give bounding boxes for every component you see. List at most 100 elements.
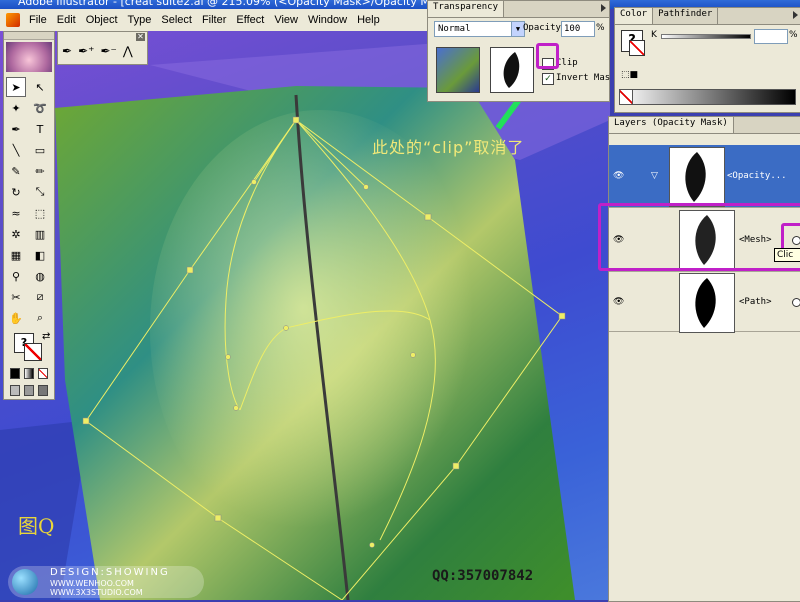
column-graph-tool-icon[interactable]: ▥	[30, 224, 50, 244]
menu-view[interactable]: View	[269, 14, 303, 26]
eye-icon[interactable]: 👁	[613, 172, 624, 181]
artwork-thumbnail[interactable]	[436, 47, 480, 93]
line-tool-icon[interactable]: ╲	[6, 140, 26, 160]
menu-effect[interactable]: Effect	[231, 14, 269, 26]
none-swatch-icon[interactable]	[619, 89, 633, 105]
slice-tool-icon[interactable]: ⧄	[30, 287, 50, 307]
leaf-mask-icon	[695, 278, 716, 328]
eye-icon[interactable]: 👁	[613, 298, 624, 307]
magic-wand-tool-icon[interactable]: ✦	[6, 98, 26, 118]
gradient-mode-icon[interactable]	[24, 368, 34, 379]
app-splash-thumbnail	[6, 42, 52, 72]
leaf-highlight	[150, 110, 490, 550]
rectangle-tool-icon[interactable]: ▭	[30, 140, 50, 160]
leaf-mask-icon	[685, 152, 706, 202]
menu-help[interactable]: Help	[352, 14, 385, 26]
full-screen-menu-icon[interactable]	[24, 385, 34, 396]
delete-anchor-tool-icon[interactable]: ✒⁻	[100, 44, 116, 58]
pen-tool-icon[interactable]: ✒	[6, 119, 26, 139]
close-icon[interactable]: ✕	[136, 33, 145, 41]
panel-menu-arrow-icon[interactable]	[601, 4, 606, 12]
watermark: DESIGN:SHOWING WWW.WENHOO.COM WWW.3X3STU…	[8, 566, 204, 598]
add-anchor-tool-icon[interactable]: ✒⁺	[78, 44, 94, 58]
menu-object[interactable]: Object	[81, 14, 123, 26]
clip-highlight-box	[536, 43, 559, 69]
target-icon[interactable]	[792, 298, 800, 307]
convert-anchor-tool-icon[interactable]: ⋀	[123, 44, 133, 58]
selection-tool-icon[interactable]: ➤	[6, 77, 26, 97]
gradient-tool-icon[interactable]: ◧	[30, 245, 50, 265]
leaf-mask-icon	[503, 52, 520, 88]
k-value-input[interactable]	[754, 29, 788, 44]
invert-mask-checkbox[interactable]: ✓	[542, 73, 554, 85]
swap-fill-stroke-icon[interactable]: ⇄	[42, 331, 50, 342]
watermark-line: WWW.3X3STUDIO.COM	[50, 588, 143, 597]
standard-screen-icon[interactable]	[10, 385, 20, 396]
tooltip: Clic	[774, 248, 800, 262]
watermark-logo-icon	[12, 569, 38, 595]
transparency-panel: Transparency Normal ▼ Opacity 100 % Clip…	[427, 0, 610, 102]
tab-transparency[interactable]: Transparency	[428, 1, 505, 17]
layer-name: <Path>	[739, 297, 772, 307]
scissors-tool-icon[interactable]: ✂	[6, 287, 26, 307]
pencil-tool-icon[interactable]: ✏	[30, 161, 50, 181]
full-screen-icon[interactable]	[38, 385, 48, 396]
annotation-text: 此处的“clip”取消了	[372, 138, 525, 157]
opacity-percent: %	[596, 23, 605, 33]
artboard-canvas[interactable]	[0, 31, 610, 600]
none-mode-icon[interactable]	[38, 368, 48, 379]
layer-row-opacity-mask[interactable]: 👁 ▽ <Opacity...	[609, 145, 800, 208]
illustrator-app-icon[interactable]	[6, 13, 20, 27]
hand-tool-icon[interactable]: ✋	[6, 308, 26, 328]
k-channel-label: K	[651, 30, 657, 40]
lasso-tool-icon[interactable]: ➰	[30, 98, 50, 118]
warp-tool-icon[interactable]: ≈	[6, 203, 26, 223]
opacity-label: Opacity	[523, 23, 561, 33]
zoom-tool-icon[interactable]: ⌕	[30, 308, 50, 328]
color-mode-icon[interactable]	[10, 368, 20, 379]
menu-type[interactable]: Type	[123, 14, 157, 26]
clip-label: Clip	[556, 58, 578, 68]
tab-color[interactable]: Color	[615, 8, 654, 24]
free-transform-tool-icon[interactable]: ⬚	[30, 203, 50, 223]
rotate-tool-icon[interactable]: ↻	[6, 182, 26, 202]
blend-tool-icon[interactable]: ◍	[30, 266, 50, 286]
eyedropper-tool-icon[interactable]: ⚲	[6, 266, 26, 286]
menu-file[interactable]: File	[24, 14, 52, 26]
panel-menu-arrow-icon[interactable]	[793, 11, 798, 19]
menu-filter[interactable]: Filter	[197, 14, 231, 26]
stroke-swatch-icon[interactable]	[629, 40, 645, 56]
stroke-swatch-icon[interactable]	[24, 343, 42, 361]
mesh-tool-icon[interactable]: ▦	[6, 245, 26, 265]
type-tool-icon[interactable]: T	[30, 119, 50, 139]
symbol-sprayer-tool-icon[interactable]: ✲	[6, 224, 26, 244]
tab-layers[interactable]: Layers (Opacity Mask)	[609, 117, 734, 133]
screen-mode-buttons	[4, 382, 54, 399]
k-slider[interactable]	[661, 34, 751, 39]
color-ramp[interactable]	[619, 89, 796, 105]
paintbrush-tool-icon[interactable]: ✎	[6, 161, 26, 181]
leaf-artwork	[0, 31, 610, 600]
watermark-line: WWW.WENHOO.COM	[50, 579, 134, 588]
layer-name: <Opacity...	[727, 171, 787, 181]
opacity-input[interactable]: 100	[561, 21, 595, 37]
tab-pathfinder[interactable]: Pathfinder	[653, 8, 719, 24]
expand-triangle-icon[interactable]: ▽	[651, 171, 658, 181]
out-of-gamut-icon[interactable]: ⬚■	[621, 70, 638, 80]
menu-edit[interactable]: Edit	[52, 14, 81, 26]
watermark-line: DESIGN:SHOWING	[50, 567, 170, 578]
menu-window[interactable]: Window	[303, 14, 352, 26]
scale-tool-icon[interactable]: ⤡	[30, 182, 50, 202]
menu-select[interactable]: Select	[156, 14, 197, 26]
layer-row-path[interactable]: 👁 <Path>	[609, 271, 800, 333]
qq-contact: QQ:357007842	[432, 568, 534, 584]
blend-mode-value: Normal	[438, 24, 471, 34]
blend-mode-select[interactable]: Normal ▼	[434, 21, 525, 37]
pen-tool-icon[interactable]: ✒	[62, 44, 72, 58]
opacity-mask-thumbnail[interactable]	[490, 47, 534, 93]
panel-grip[interactable]	[4, 32, 54, 40]
fill-stroke-control[interactable]: ? ⇄	[8, 331, 50, 363]
layers-panel: Layers (Opacity Mask) 👁 ▽ <Opacity... 👁 …	[608, 116, 800, 602]
invert-mask-label: Invert Mas	[556, 73, 611, 83]
direct-selection-tool-icon[interactable]: ↖	[30, 77, 50, 97]
